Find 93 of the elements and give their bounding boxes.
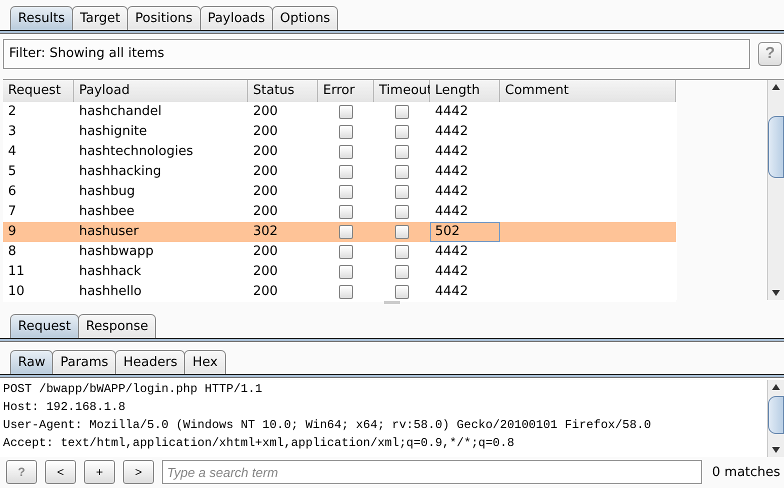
tab[interactable]: Options (272, 6, 338, 30)
table-cell-text: 9 (7, 223, 18, 241)
table-cell-text: 4442 (434, 163, 470, 181)
column-header[interactable]: Error (318, 80, 374, 102)
checkbox[interactable] (395, 145, 409, 159)
table-cell-text: 200 (252, 163, 279, 181)
checkbox[interactable] (395, 285, 409, 299)
table-cell-text: hashignite (78, 123, 148, 141)
checkbox[interactable] (395, 125, 409, 139)
tab[interactable]: Headers (115, 350, 186, 374)
column-header[interactable]: Length (430, 80, 500, 102)
table-cell-text: 200 (252, 123, 279, 141)
table-cell-text: hashuser (78, 223, 140, 241)
tab[interactable]: Target (72, 6, 128, 30)
checkbox[interactable] (339, 265, 353, 279)
column-header[interactable]: Comment (500, 80, 676, 102)
table-cell-text: 4442 (434, 283, 470, 301)
table-cell-text: 8 (7, 243, 18, 261)
match-count: 0 matches (712, 464, 780, 480)
table-cell-text: 4442 (434, 243, 470, 261)
table-cell-text: 4442 (434, 263, 470, 281)
checkbox[interactable] (339, 285, 353, 299)
table-cell-text: 6 (7, 183, 18, 201)
column-header[interactable]: Status (248, 80, 318, 102)
checkbox[interactable] (339, 125, 353, 139)
checkbox[interactable] (395, 205, 409, 219)
table-cell-text: hashhello (78, 283, 143, 301)
splitter-handle[interactable] (384, 301, 400, 304)
request-line: POST /bwapp/bWAPP/login.php HTTP/1.1 (3, 380, 264, 398)
request-line: Host: 192.168.1.8 (3, 398, 126, 416)
tab[interactable]: Params (52, 350, 116, 374)
table-cell-text: 11 (7, 263, 26, 281)
checkbox[interactable] (339, 165, 353, 179)
filter-bar[interactable]: Filter: Showing all items (3, 39, 750, 69)
checkbox[interactable] (339, 185, 353, 199)
table-cell-text: 200 (252, 243, 279, 261)
table-cell-text: 200 (252, 103, 279, 121)
request-line: Accept: text/html,application/xhtml+xml,application/xml;q=0.9,*/*;q=0.8 (3, 434, 516, 452)
checkbox[interactable] (339, 105, 353, 119)
search-field[interactable]: Type a search term (162, 460, 702, 484)
tab[interactable]: Payloads (200, 6, 274, 30)
checkbox[interactable] (339, 205, 353, 219)
tab[interactable]: Results (10, 6, 73, 30)
checkbox[interactable] (395, 225, 409, 239)
table-cell-text: hashbwapp (78, 243, 155, 261)
checkbox[interactable] (395, 165, 409, 179)
table-cell-text: 7 (7, 203, 18, 221)
table-cell-text: 4442 (434, 103, 470, 121)
tab[interactable]: Positions (127, 6, 201, 30)
request-line: User-Agent: Mozilla/5.0 (Windows NT 10.0; Win64; x64; rv:58.0) Gecko/20100101 Firefox/58.0 (3, 416, 652, 434)
table-cell-text: 4442 (434, 203, 470, 221)
checkbox[interactable] (395, 245, 409, 259)
nav-button[interactable]: > (123, 460, 154, 484)
scroll-thumb[interactable] (768, 396, 784, 434)
table-cell-text: 302 (252, 223, 279, 241)
tab[interactable]: Response (78, 314, 156, 338)
table-cell-text: 3 (7, 123, 18, 141)
column-header[interactable]: Request (3, 80, 74, 102)
table-cell-text: 200 (252, 263, 279, 281)
checkbox[interactable] (339, 145, 353, 159)
table-cell: 502 (430, 222, 500, 242)
table-cell-text: 200 (252, 283, 279, 301)
table-cell-text: 10 (7, 283, 26, 301)
tab[interactable]: Request (10, 314, 79, 338)
table-cell-text: 200 (252, 203, 279, 221)
table-cell-text: hashbee (78, 203, 136, 221)
tab[interactable]: Hex (184, 350, 226, 374)
scroll-thumb[interactable] (768, 116, 784, 178)
table-cell-text: hashtechnologies (78, 143, 194, 161)
checkbox[interactable] (395, 265, 409, 279)
checkbox[interactable] (395, 105, 409, 119)
table-cell-text: 4442 (434, 143, 470, 161)
table-cell-text: 200 (252, 143, 279, 161)
table-cell-text: 4442 (434, 183, 470, 201)
table-cell-text: 4442 (434, 123, 470, 141)
nav-button[interactable]: < (45, 460, 76, 484)
table-cell-text: 5 (7, 163, 18, 181)
table-cell-text: hashhack (78, 263, 142, 281)
checkbox[interactable] (339, 225, 353, 239)
table-cell-text: 200 (252, 183, 279, 201)
table-row[interactable]: 10 hashhello 200 4442 (3, 282, 676, 302)
table-cell-text: hashchandel (78, 103, 163, 121)
checkbox[interactable] (339, 245, 353, 259)
column-header[interactable]: Timeout (374, 80, 430, 102)
table-row[interactable]: 9 hashuser 302 502 (3, 222, 676, 242)
column-header[interactable]: Payload (74, 80, 248, 102)
table-cell-text: hashbug (78, 183, 136, 201)
table-cell-text: 4 (7, 143, 18, 161)
checkbox[interactable] (395, 185, 409, 199)
tab[interactable]: Raw (10, 350, 54, 374)
table-cell-text: hashhacking (78, 163, 162, 181)
nav-button[interactable]: + (84, 460, 115, 484)
table-cell-text: 2 (7, 103, 18, 121)
